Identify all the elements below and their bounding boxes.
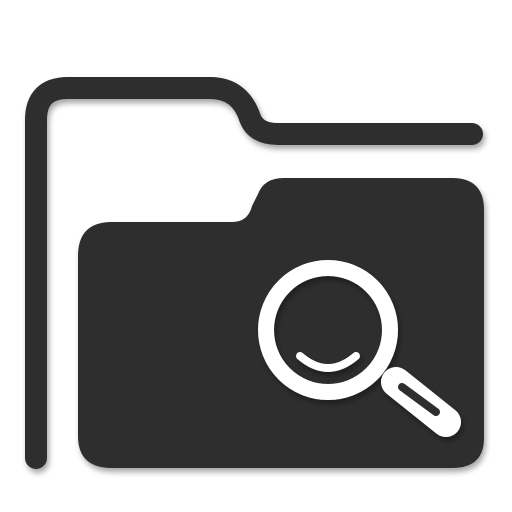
folder-front-body — [78, 178, 484, 468]
folder-search-icon — [25, 77, 484, 469]
icon-canvas — [0, 0, 512, 512]
